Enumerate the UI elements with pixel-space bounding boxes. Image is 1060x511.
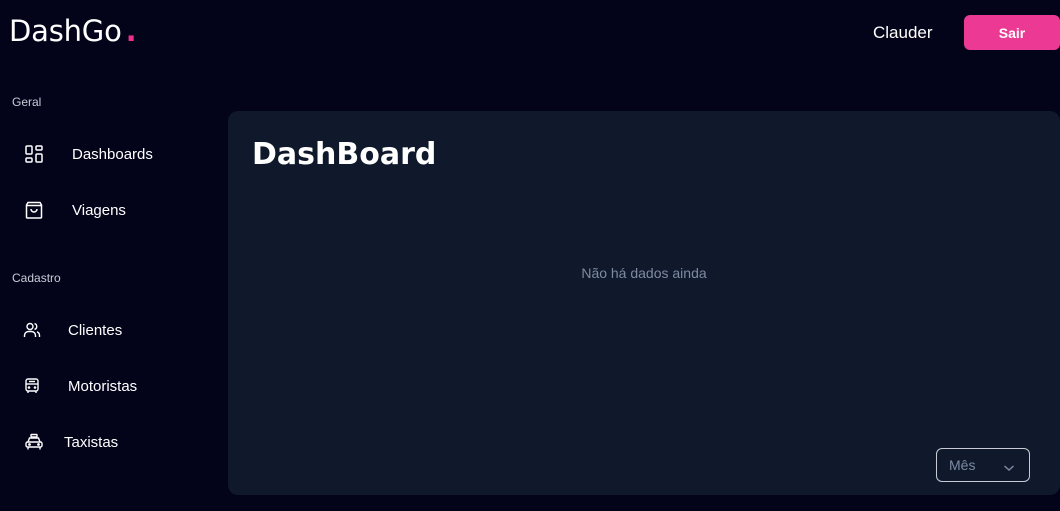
sidebar-item-label: Taxistas (64, 433, 119, 451)
sidebar-item-clientes[interactable]: Clientes (0, 310, 200, 350)
logo-text: DashGo (9, 14, 122, 48)
page-title: DashBoard (252, 137, 437, 172)
sidebar-item-dashboards[interactable]: Dashboards (0, 134, 200, 174)
users-icon (22, 320, 42, 340)
app-logo[interactable]: DashGo. (9, 14, 137, 48)
sidebar-item-label: Dashboards (72, 145, 153, 163)
sidebar-section-cadastro-title: Cadastro (12, 271, 61, 285)
sidebar-section-geral-title: Geral (12, 95, 42, 109)
shopping-bag-icon (24, 200, 44, 220)
sidebar-item-taxistas[interactable]: Taxistas (0, 422, 200, 462)
period-select[interactable]: Mês (936, 448, 1030, 482)
sidebar-item-label: Motoristas (68, 377, 138, 395)
sidebar-item-viagens[interactable]: Viagens (0, 190, 200, 230)
dashboard-panel: DashBoard Não há dados ainda Mês (228, 111, 1060, 495)
logo-dot: . (125, 14, 137, 48)
bus-icon (22, 376, 42, 396)
sidebar-item-motoristas[interactable]: Motoristas (0, 366, 200, 406)
period-select-value: Mês (949, 457, 976, 473)
taxi-icon (24, 432, 44, 452)
chevron-down-icon (1003, 460, 1015, 478)
logout-button[interactable]: Sair (964, 15, 1060, 50)
empty-state-message: Não há dados ainda (581, 265, 707, 281)
user-name: Clauder (873, 23, 933, 42)
sidebar-item-label: Viagens (72, 201, 126, 219)
sidebar-item-label: Clientes (68, 321, 123, 339)
dashboard-grid-icon (24, 144, 44, 164)
